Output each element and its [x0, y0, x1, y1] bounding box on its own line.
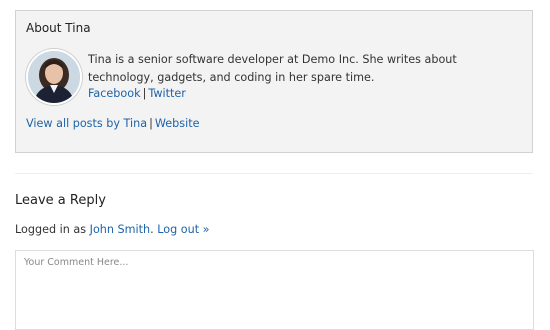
link-separator: |: [142, 87, 147, 100]
author-box-title: About Tina: [26, 21, 91, 35]
author-box: About Tina Tina is a senior software dev…: [15, 10, 533, 153]
twitter-link[interactable]: Twitter: [148, 87, 186, 100]
link-separator: |: [149, 117, 153, 130]
logout-link[interactable]: Log out »: [157, 223, 209, 236]
logged-in-status: Logged in as John Smith. Log out »: [15, 222, 210, 238]
author-social-links: Facebook | Twitter: [88, 86, 186, 102]
author-photo-image: [28, 51, 80, 103]
section-divider: [15, 173, 533, 174]
reply-heading: Leave a Reply: [15, 193, 106, 208]
author-posts-row: View all posts by Tina | Website: [26, 116, 200, 132]
period: .: [150, 223, 154, 236]
author-avatar: [26, 49, 82, 105]
author-bio: Tina is a senior software developer at D…: [88, 53, 457, 84]
user-profile-link[interactable]: John Smith: [90, 223, 150, 236]
facebook-link[interactable]: Facebook: [88, 87, 141, 100]
comment-textarea[interactable]: [15, 250, 534, 330]
logged-in-label: Logged in as: [15, 223, 87, 236]
website-link[interactable]: Website: [155, 117, 200, 130]
view-all-posts-link[interactable]: View all posts by Tina: [26, 117, 147, 130]
